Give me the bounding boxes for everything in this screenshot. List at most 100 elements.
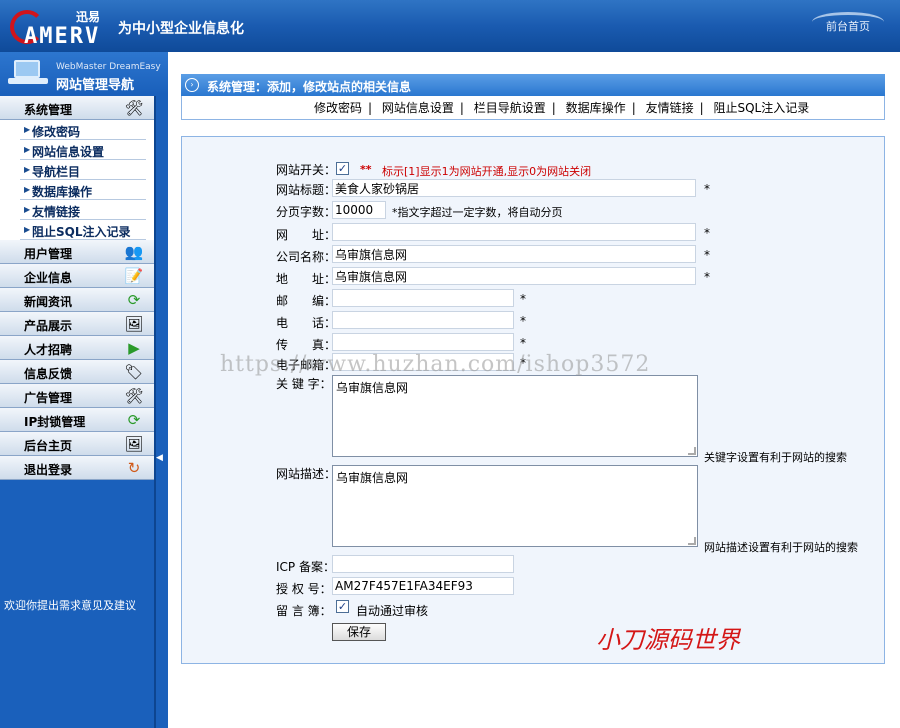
keywords-label: 关 键 字：: [276, 377, 332, 391]
site-title-input[interactable]: [332, 179, 696, 197]
submenu-label: 友情链接: [32, 205, 81, 219]
edit-icon: 📝: [124, 267, 144, 285]
logo: 迅易 AMERV: [10, 6, 110, 49]
description-textarea[interactable]: 乌审旗信息网: [332, 465, 698, 547]
home-link[interactable]: 前台首页: [810, 10, 886, 40]
brand-overlay-text: 小刀源码世界: [596, 626, 740, 654]
page-words-label: 分页字数：: [276, 205, 337, 219]
tag-icon: 🏷: [124, 363, 144, 381]
address-label: 地 址：: [276, 272, 337, 286]
menu-system[interactable]: 系统管理 🛠: [0, 96, 154, 120]
sidebar-divider: [154, 96, 156, 728]
phone-input[interactable]: [332, 311, 514, 329]
description-text: 乌审旗信息网: [336, 471, 409, 485]
subnav-sql-log[interactable]: 阻止SQL注入记录: [713, 101, 809, 115]
license-label: 授 权 号：: [276, 582, 332, 596]
required-star: *: [704, 182, 710, 196]
menu-admin-home[interactable]: 后台主页 🖼: [0, 432, 154, 456]
subnav-separator: |: [551, 101, 556, 115]
submenu-item[interactable]: ▶ 修改密码: [20, 120, 146, 140]
required-star: *: [520, 292, 526, 306]
guestbook-label: 留 言 簿：: [276, 604, 332, 618]
required-star: *: [704, 226, 710, 240]
submenu-item[interactable]: ▶ 数据库操作: [20, 180, 146, 200]
subnav-column-nav[interactable]: 栏目导航设置: [474, 101, 546, 115]
subnav-change-password[interactable]: 修改密码: [314, 101, 362, 115]
menu-logout[interactable]: 退出登录 ↻: [0, 456, 154, 480]
required-star: *: [520, 336, 526, 350]
sidebar-footer: 欢迎你提出需求意见及建议: [0, 588, 154, 618]
refresh-icon: ⟳: [127, 411, 141, 429]
users-icon: 👥: [124, 243, 144, 261]
company-input[interactable]: [332, 245, 696, 263]
refresh-icon: ⟳: [127, 291, 141, 309]
url-input[interactable]: [332, 223, 696, 241]
submenu-item[interactable]: ▶ 阻止SQL注入记录: [20, 220, 146, 240]
site-switch-checkbox[interactable]: ✓: [336, 162, 349, 175]
subnav-database[interactable]: 数据库操作: [566, 101, 626, 115]
menu-label: 系统管理: [24, 103, 73, 117]
required-star: *: [520, 314, 526, 328]
menu-ip-block[interactable]: IP封锁管理 ⟳: [0, 408, 154, 432]
menu-label: 后台主页: [24, 439, 73, 453]
license-input[interactable]: [332, 577, 514, 595]
keywords-hint: 关键字设置有利于网站的搜索: [704, 451, 847, 464]
required-star: *: [704, 270, 710, 284]
logo-en-text: AMERV: [24, 24, 101, 49]
submenu-label: 导航栏目: [32, 165, 81, 179]
page-words-input[interactable]: [332, 201, 386, 219]
icp-input[interactable]: [332, 555, 514, 573]
menu-label: 信息反馈: [24, 367, 73, 381]
bullet-icon: ▶: [24, 145, 31, 154]
menu-label: IP封锁管理: [24, 415, 86, 429]
description-hint: 网站描述设置有利于网站的搜索: [704, 541, 858, 554]
subnav-site-settings[interactable]: 网站信息设置: [382, 101, 454, 115]
submenu-item[interactable]: ▶ 导航栏目: [20, 160, 146, 180]
subnav-separator: |: [631, 101, 636, 115]
submenu-label: 网站信息设置: [32, 145, 105, 159]
submenu-item[interactable]: ▶ 友情链接: [20, 200, 146, 220]
logo-cn-text: 迅易: [76, 10, 101, 24]
menu-ads[interactable]: 广告管理 🛠: [0, 384, 154, 408]
bullet-icon: ▶: [24, 205, 31, 214]
fax-input[interactable]: [332, 333, 514, 351]
menu-feedback[interactable]: 信息反馈 🏷: [0, 360, 154, 384]
required-star: *: [704, 248, 710, 262]
save-button[interactable]: 保存: [332, 623, 386, 641]
resize-grip-icon[interactable]: [688, 537, 696, 545]
sidebar-main-title: 网站管理导航: [56, 78, 135, 93]
collapse-arrow-icon[interactable]: ◀: [156, 453, 163, 463]
bullet-icon: ▶: [24, 185, 31, 194]
picture-icon: 🖼: [124, 315, 144, 333]
submenu-label: 数据库操作: [32, 185, 93, 199]
company-label: 公司名称：: [276, 250, 337, 264]
menu-label: 广告管理: [24, 391, 73, 405]
menu-news[interactable]: 新闻资讯 ⟳: [0, 288, 154, 312]
resize-grip-icon[interactable]: [688, 447, 696, 455]
menu-products[interactable]: 产品展示 🖼: [0, 312, 154, 336]
postcode-input[interactable]: [332, 289, 514, 307]
bullet-icon: ▶: [24, 165, 31, 174]
top-header: 迅易 AMERV 为中小型企业信息化 前台首页: [0, 0, 900, 52]
menu-label: 企业信息: [24, 271, 73, 285]
subnav-links[interactable]: 友情链接: [646, 101, 694, 115]
menu-jobs[interactable]: 人才招聘 ▶: [0, 336, 154, 360]
site-title-label: 网站标题：: [276, 183, 337, 197]
guestbook-auto-approve-checkbox[interactable]: ✓: [336, 600, 349, 613]
submenu-item[interactable]: ▶ 网站信息设置: [20, 140, 146, 160]
menu-users[interactable]: 用户管理 👥: [0, 240, 154, 264]
logout-icon: ↻: [127, 459, 141, 477]
tools-icon: 🛠: [124, 387, 144, 405]
menu-label: 退出登录: [24, 463, 73, 477]
menu-company[interactable]: 企业信息 📝: [0, 264, 154, 288]
site-settings-form: 网站开关： ✓ ** 标示[1]显示1为网站开通,显示0为网站关闭 网站标题： …: [181, 136, 885, 664]
bullet-icon: ▶: [24, 225, 31, 234]
sidebar-title: WebMaster DreamEasy 网站管理导航: [0, 52, 168, 94]
site-switch-note: 标示[1]显示1为网站开通,显示0为网站关闭: [382, 165, 592, 178]
address-input[interactable]: [332, 267, 696, 285]
page-words-hint: *指文字超过一定字数，将自动分页: [392, 206, 563, 219]
computer-icon: [8, 60, 48, 86]
postcode-label: 邮 编：: [276, 294, 337, 308]
submenu-label: 阻止SQL注入记录: [32, 225, 131, 239]
keywords-textarea[interactable]: 乌审旗信息网: [332, 375, 698, 457]
